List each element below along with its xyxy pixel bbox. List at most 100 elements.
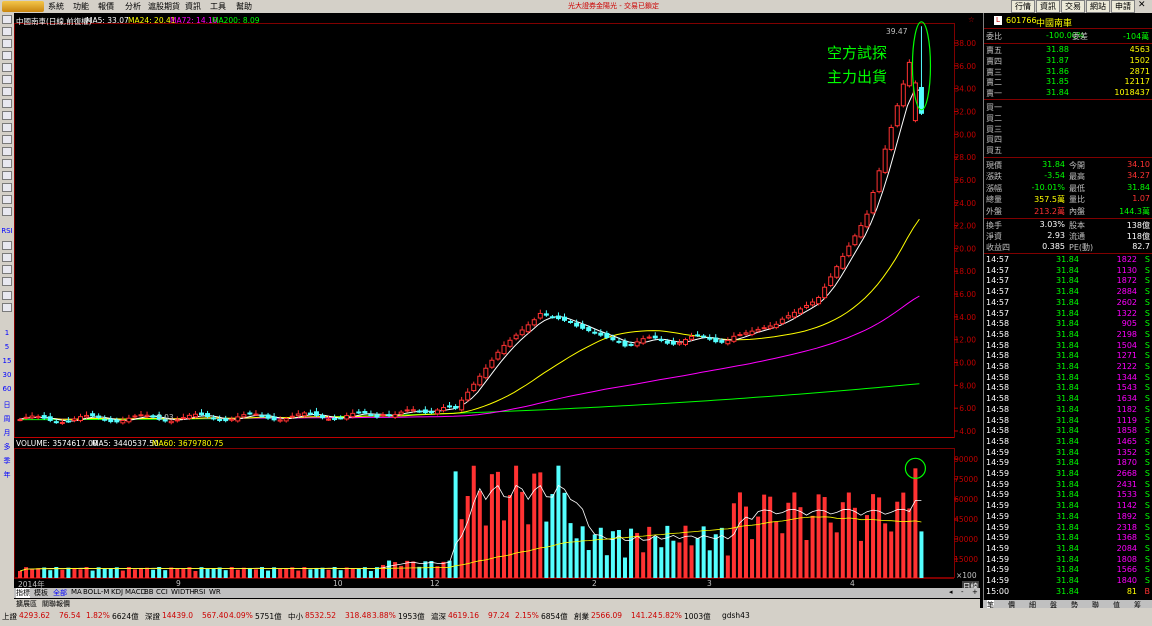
index-name[interactable]: 滬深 bbox=[431, 611, 446, 622]
tool-icon[interactable] bbox=[2, 147, 12, 156]
tool-icon[interactable] bbox=[2, 183, 12, 192]
tool-icon[interactable] bbox=[2, 135, 12, 144]
period-30[interactable]: 30 bbox=[1, 371, 13, 379]
volume-bar bbox=[792, 492, 797, 579]
close-icon[interactable]: ✕ bbox=[1138, 0, 1146, 10]
chart-settings-icon[interactable]: ☆ bbox=[968, 15, 975, 24]
tool-icon[interactable] bbox=[2, 303, 12, 312]
trade-button[interactable]: 交易 bbox=[1061, 0, 1085, 13]
tool-icon[interactable] bbox=[2, 207, 12, 216]
kline-chart[interactable]: 38.00 36.00 34.00 32.00 30.00 28.00 26.00 24.00… bbox=[14, 13, 980, 598]
tool-icon[interactable] bbox=[2, 277, 12, 286]
tool-icon[interactable] bbox=[2, 171, 12, 180]
index-name[interactable]: 深證 bbox=[145, 611, 160, 622]
tool-icon[interactable] bbox=[2, 123, 12, 132]
volume-bar bbox=[629, 528, 634, 579]
tab-width[interactable]: WIDTH bbox=[171, 588, 195, 596]
tab-template[interactable]: 模板 bbox=[34, 588, 48, 598]
apply-button[interactable]: 申請 bbox=[1111, 0, 1135, 13]
volume-bar bbox=[48, 570, 53, 579]
stat-value: 0.385 bbox=[1042, 241, 1065, 251]
left-toolbar: RSI 1 5 15 30 60 日 周 月 多 季 年 bbox=[0, 13, 14, 610]
tool-icon[interactable] bbox=[2, 99, 12, 108]
tab-indicator[interactable]: 指標 bbox=[16, 588, 30, 598]
price-axis-label: 38.00 bbox=[955, 39, 977, 48]
period-60[interactable]: 60 bbox=[1, 385, 13, 393]
tab-ma[interactable]: MA bbox=[71, 588, 82, 596]
website-button[interactable]: 網站 bbox=[1086, 0, 1110, 13]
menu-help[interactable]: 幫助 bbox=[236, 1, 252, 12]
tab-bb[interactable]: BB bbox=[144, 588, 154, 596]
nav-left-icon[interactable]: ◂ bbox=[949, 588, 953, 596]
candle bbox=[719, 340, 725, 343]
menu-analysis[interactable]: 分析 bbox=[125, 1, 141, 12]
quote-button[interactable]: 行情 bbox=[1011, 0, 1035, 13]
tool-icon[interactable] bbox=[2, 15, 12, 24]
tool-icon[interactable] bbox=[2, 253, 12, 262]
period-season[interactable]: 季 bbox=[1, 456, 13, 466]
ask-volume: 2871 bbox=[1129, 66, 1150, 76]
tool-icon[interactable] bbox=[2, 291, 12, 300]
tool-icon[interactable] bbox=[2, 27, 12, 36]
stat-label: 今開 bbox=[1069, 161, 1085, 170]
tab-rsi[interactable]: RSI bbox=[194, 588, 205, 596]
period-year[interactable]: 年 bbox=[1, 470, 13, 480]
rsi-label[interactable]: RSI bbox=[1, 227, 13, 235]
tool-icon[interactable] bbox=[2, 111, 12, 120]
period-1[interactable]: 1 bbox=[1, 329, 13, 337]
index-percent: 4.09% bbox=[229, 611, 253, 620]
period-day[interactable]: 日 bbox=[1, 400, 13, 410]
tool-icon[interactable] bbox=[2, 195, 12, 204]
volume-bar bbox=[320, 567, 325, 579]
tool-icon[interactable] bbox=[2, 75, 12, 84]
tick-price: 31.84 bbox=[1056, 533, 1079, 543]
menu-futures[interactable]: 滬股期貨 bbox=[148, 1, 180, 12]
info-button[interactable]: 資訊 bbox=[1036, 0, 1060, 13]
tool-icon[interactable] bbox=[2, 39, 12, 48]
minus-icon[interactable]: - bbox=[961, 588, 964, 596]
tool-icon[interactable] bbox=[2, 265, 12, 274]
period-15[interactable]: 15 bbox=[1, 357, 13, 365]
period-week[interactable]: 周 bbox=[1, 414, 13, 424]
index-name[interactable]: 上證 bbox=[2, 611, 17, 622]
volume-bar bbox=[181, 568, 186, 579]
plus-icon[interactable]: + bbox=[972, 588, 978, 596]
tab-macd[interactable]: MACD bbox=[125, 588, 146, 596]
tool-icon[interactable] bbox=[2, 51, 12, 60]
tick-row: 14:59 31.84 1368 S bbox=[984, 533, 1152, 544]
period-month[interactable]: 月 bbox=[1, 428, 13, 438]
tool-icon[interactable] bbox=[2, 159, 12, 168]
ask-volume: 1502 bbox=[1129, 55, 1150, 65]
chart-canvas[interactable]: 38.0036.0034.0032.0030.0028.0026.0024.00… bbox=[14, 13, 980, 588]
candle bbox=[150, 415, 156, 418]
tick-price: 31.84 bbox=[1056, 394, 1079, 404]
tool-icon[interactable] bbox=[2, 241, 12, 250]
index-name[interactable]: 創業 bbox=[574, 611, 589, 622]
tick-price: 31.84 bbox=[1056, 276, 1079, 286]
volume-title: VOLUME: 3574617.00 bbox=[16, 439, 98, 448]
tab-boll[interactable]: BOLL-M bbox=[83, 588, 109, 596]
tab-wr[interactable]: WR bbox=[209, 588, 221, 596]
menu-quote[interactable]: 報價 bbox=[98, 1, 114, 12]
period-5[interactable]: 5 bbox=[1, 343, 13, 351]
candle bbox=[434, 409, 440, 415]
tool-icon[interactable] bbox=[2, 87, 12, 96]
high-price-label: 39.47 bbox=[886, 27, 908, 36]
volume-bar bbox=[151, 569, 156, 579]
tab-kdj[interactable]: KDJ bbox=[111, 588, 123, 596]
ask-label: 賣四 bbox=[986, 56, 1002, 66]
menu-info[interactable]: 資訊 bbox=[185, 1, 201, 12]
tool-icon[interactable] bbox=[2, 63, 12, 72]
tick-time: 14:59 bbox=[986, 565, 1010, 575]
tab-all[interactable]: 全部 bbox=[53, 588, 67, 598]
menu-function[interactable]: 功能 bbox=[73, 1, 89, 12]
index-name[interactable]: 中小 bbox=[288, 611, 303, 622]
candle bbox=[23, 416, 29, 419]
tab-cci[interactable]: CCI bbox=[156, 588, 168, 596]
menu-system[interactable]: 系統 bbox=[48, 1, 64, 12]
server-name: gdsh43 bbox=[722, 611, 750, 620]
period-multi[interactable]: 多 bbox=[1, 442, 13, 452]
menu-tools[interactable]: 工具 bbox=[210, 1, 226, 12]
candle bbox=[174, 419, 180, 422]
volume-bar bbox=[423, 561, 428, 579]
